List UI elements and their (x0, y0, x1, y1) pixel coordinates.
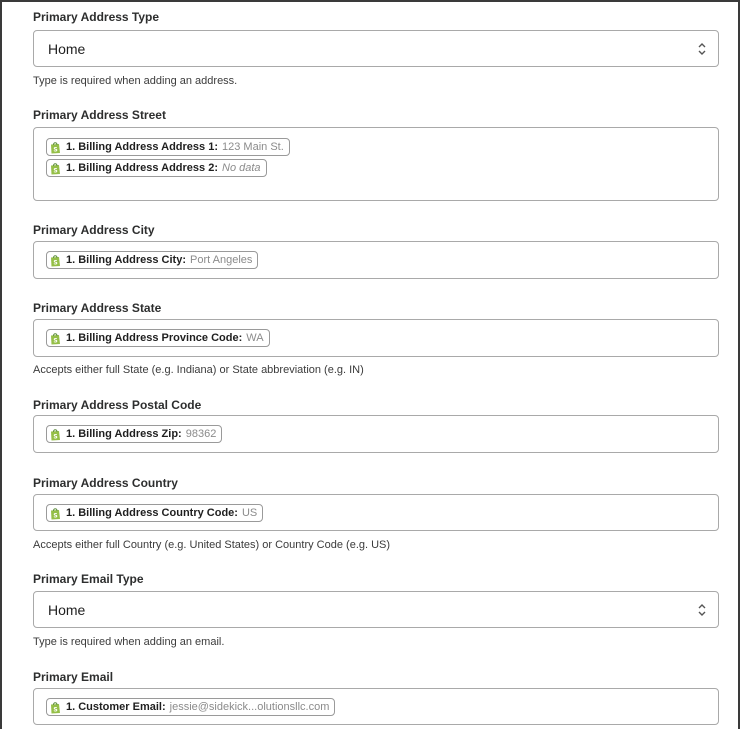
street-input[interactable]: S 1. Billing Address Address 1: 123 Main… (33, 127, 719, 201)
postal-pill[interactable]: S 1. Billing Address Zip: 98362 (46, 425, 223, 443)
svg-text:S: S (53, 259, 57, 266)
pill-key: 1. Billing Address Province Code: (66, 332, 243, 344)
street-pill-address-1[interactable]: S 1. Billing Address Address 1: 123 Main… (46, 138, 290, 156)
chevron-up-down-icon (698, 604, 706, 616)
address-type-help: Type is required when adding an address. (33, 75, 238, 87)
pill-value: 98362 (185, 428, 217, 440)
email-type-select[interactable]: Home (33, 591, 719, 628)
chevron-up-down-icon (698, 43, 706, 55)
pill-key: 1. Billing Address Address 2: (66, 162, 219, 174)
shopify-bag-icon: S (51, 141, 60, 153)
svg-text:S: S (53, 706, 57, 713)
svg-text:S: S (53, 167, 57, 174)
pill-key: 1. Billing Address Address 1: (66, 141, 219, 153)
state-pill[interactable]: S 1. Billing Address Province Code: WA (46, 329, 270, 347)
svg-text:S: S (53, 146, 57, 153)
svg-text:S: S (53, 433, 57, 440)
pill-value: jessie@sidekick...olutionsllc.com (169, 701, 330, 713)
state-help: Accepts either full State (e.g. Indiana)… (33, 364, 364, 376)
street-pill-address-2[interactable]: S 1. Billing Address Address 2: No data (46, 159, 267, 177)
shopify-bag-icon: S (51, 332, 60, 344)
pill-value: WA (246, 332, 264, 344)
email-pill[interactable]: S 1. Customer Email: jessie@sidekick...o… (46, 698, 336, 716)
pill-value: Port Angeles (190, 254, 253, 266)
postal-input[interactable]: S 1. Billing Address Zip: 98362 (33, 415, 719, 453)
country-label: Primary Address Country (33, 476, 178, 490)
pill-key: 1. Billing Address Zip: (66, 428, 182, 440)
address-type-label: Primary Address Type (33, 10, 160, 24)
pill-key: 1. Billing Address City: (66, 254, 187, 266)
svg-text:S: S (53, 512, 57, 519)
pill-value: 123 Main St. (222, 141, 284, 153)
country-help: Accepts either full Country (e.g. United… (33, 539, 391, 551)
address-type-select[interactable]: Home (33, 30, 719, 67)
postal-label: Primary Address Postal Code (33, 398, 202, 412)
state-label: Primary Address State (33, 301, 162, 315)
svg-text:S: S (53, 337, 57, 344)
shopify-bag-icon: S (51, 162, 60, 174)
shopify-bag-icon: S (51, 428, 60, 440)
state-input[interactable]: S 1. Billing Address Province Code: WA (33, 319, 719, 357)
shopify-bag-icon: S (51, 254, 60, 266)
city-label: Primary Address City (33, 223, 155, 237)
city-pill[interactable]: S 1. Billing Address City: Port Angeles (46, 251, 259, 269)
country-input[interactable]: S 1. Billing Address Country Code: US (33, 494, 719, 531)
pill-key: 1. Billing Address Country Code: (66, 507, 238, 519)
email-input[interactable]: S 1. Customer Email: jessie@sidekick...o… (33, 688, 719, 725)
email-type-label: Primary Email Type (33, 572, 144, 586)
email-type-value: Home (48, 602, 86, 618)
pill-value: US (241, 507, 258, 519)
shopify-bag-icon: S (51, 701, 60, 713)
pill-value: No data (222, 162, 261, 174)
shopify-bag-icon: S (51, 507, 60, 519)
email-type-help: Type is required when adding an email. (33, 636, 225, 648)
pill-key: 1. Customer Email: (66, 701, 166, 713)
street-label: Primary Address Street (33, 108, 166, 122)
city-input[interactable]: S 1. Billing Address City: Port Angeles (33, 241, 719, 279)
email-label: Primary Email (33, 670, 114, 684)
address-type-value: Home (48, 41, 86, 57)
country-pill[interactable]: S 1. Billing Address Country Code: US (46, 504, 264, 522)
